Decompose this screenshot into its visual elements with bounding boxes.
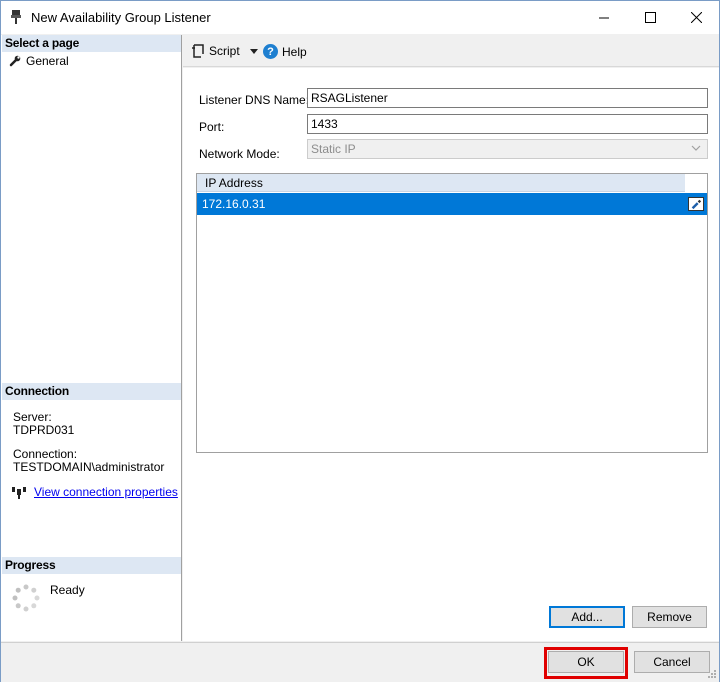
progress-header: Progress [2,557,181,574]
close-icon [690,12,702,23]
toolbar: Script ? Help [183,35,719,67]
close-button[interactable] [673,1,719,34]
network-mode-label: Network Mode: [199,147,280,161]
ip-address-grid[interactable]: IP Address 172.16.0.31 [196,173,708,453]
database-icon [11,10,21,24]
chevron-down-icon [691,145,701,151]
title-bar: New Availability Group Listener [1,1,719,34]
ip-edit-button[interactable] [685,193,707,215]
port-input[interactable] [307,114,708,134]
table-row[interactable]: 172.16.0.31 [197,193,685,215]
help-label: Help [282,44,307,59]
ip-address-column-header: IP Address [197,174,685,192]
ok-button-label: OK [577,655,595,669]
script-icon [192,44,204,58]
wrench-icon [9,55,21,67]
page-item-general[interactable]: General [9,54,69,68]
connection-header: Connection [2,383,181,400]
connection-icon [12,487,26,499]
edit-icon [688,197,704,211]
add-button-label: Add... [571,610,603,624]
cancel-button-label: Cancel [653,655,691,669]
grid-header-corner [685,174,707,192]
server-value: TDPRD031 [13,423,75,437]
port-label: Port: [199,120,225,134]
add-button[interactable]: Add... [549,606,625,628]
maximize-button[interactable] [627,1,673,34]
progress-status: Ready [50,583,85,597]
progress-spinner-icon [12,584,40,612]
remove-button-label: Remove [647,610,692,624]
cancel-button[interactable]: Cancel [634,651,710,673]
dns-name-input[interactable] [307,88,708,108]
general-page: Listener DNS Name: Port: Network Mode: S… [183,68,719,641]
dialog-window: New Availability Group Listener Select a… [0,0,720,682]
script-label: Script [209,44,240,58]
left-pane: Select a page General Connection Server:… [1,35,182,641]
window-title: New Availability Group Listener [31,10,211,25]
select-page-header: Select a page [2,35,181,52]
help-button[interactable]: ? Help [263,44,307,59]
minimize-button[interactable] [581,1,627,34]
maximize-icon [644,12,656,23]
script-button[interactable]: Script [191,44,258,58]
connection-value: TESTDOMAIN\administrator [13,460,165,474]
remove-button[interactable]: Remove [632,606,707,628]
help-icon: ? [263,44,278,59]
network-mode-value: Static IP [311,142,356,156]
dns-name-label: Listener DNS Name: [199,93,310,107]
dropdown-arrow-icon[interactable] [249,48,258,54]
minimize-icon [598,17,609,19]
network-mode-select[interactable]: Static IP [307,139,708,159]
view-connection-properties-link[interactable]: View connection properties [34,485,178,499]
page-item-label: General [26,54,69,68]
ok-button[interactable]: OK [548,651,624,673]
resize-grip-icon[interactable] [707,669,717,679]
